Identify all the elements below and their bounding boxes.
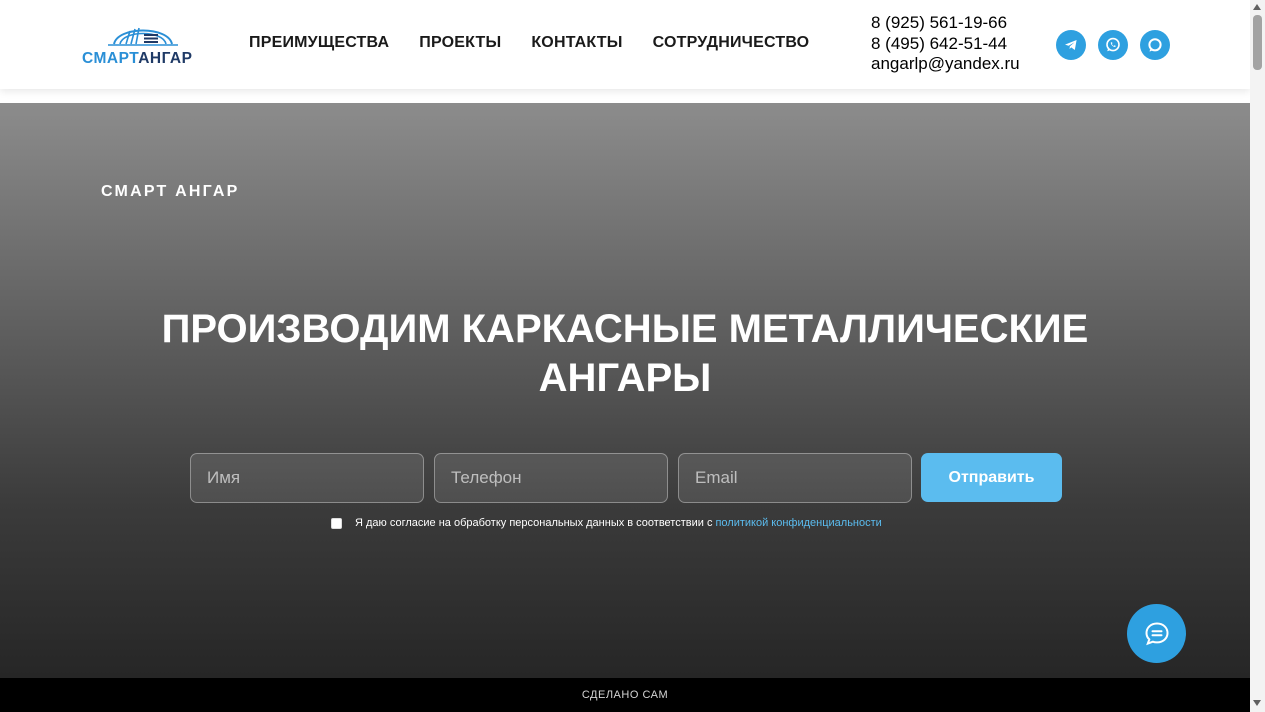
footer-text: СДЕЛАНО САМ	[581, 689, 669, 701]
main-nav: ПРЕИМУЩЕСТВА ПРОЕКТЫ КОНТАКТЫ СОТРУДНИЧЕ…	[249, 34, 809, 52]
whatsapp-button[interactable]	[1098, 30, 1128, 60]
telegram-icon	[1065, 40, 1077, 50]
nav-link-advantages[interactable]: ПРЕИМУЩЕСТВА	[249, 34, 389, 52]
consent-checkbox[interactable]	[331, 517, 342, 529]
max-messenger-button[interactable]	[1140, 30, 1170, 60]
max-messenger-icon	[1148, 38, 1162, 52]
whatsapp-icon	[1106, 37, 1120, 52]
site-footer: СДЕЛАНО САМ	[0, 678, 1250, 712]
email-address[interactable]: angarlp@yandex.ru	[871, 54, 1020, 75]
nav-link-cooperation[interactable]: СОТРУДНИЧЕСТВО	[653, 34, 810, 52]
nav-link-projects[interactable]: ПРОЕКТЫ	[419, 34, 501, 52]
phone-input[interactable]	[434, 453, 668, 503]
logo-text-part1: СМАРТ	[82, 50, 139, 67]
consent-text: Я даю согласие на обработку персональных…	[355, 517, 713, 529]
scroll-thumb[interactable]	[1253, 15, 1262, 70]
hero-title: ПРОИЗВОДИМ КАРКАСНЫЕ МЕТАЛЛИЧЕСКИЕ АНГАР…	[161, 307, 1089, 400]
callback-form: Отправить	[190, 453, 1062, 503]
hero-section: СМАРТ АНГАР ПРОИЗВОДИМ КАРКАСНЫЕ МЕТАЛЛИ…	[0, 103, 1250, 678]
phone-number-2[interactable]: 8 (495) 642-51-44	[871, 34, 1020, 55]
scroll-down-arrow-icon[interactable]	[1253, 700, 1261, 706]
hangar-logo-icon	[108, 27, 178, 46]
chat-icon	[1144, 621, 1169, 645]
logo-text-part2: АНГАР	[138, 50, 193, 67]
phone-number-1[interactable]: 8 (925) 561-19-66	[871, 13, 1020, 34]
telegram-button[interactable]	[1056, 30, 1086, 60]
social-links	[1056, 30, 1170, 60]
contact-block: 8 (925) 561-19-66 8 (495) 642-51-44 anga…	[871, 13, 1020, 75]
consent-row: Я даю согласие на обработку персональных…	[331, 517, 882, 529]
page-scrollbar[interactable]	[1250, 0, 1265, 712]
email-input[interactable]	[678, 453, 912, 503]
chat-widget-button[interactable]	[1127, 604, 1186, 663]
submit-button[interactable]: Отправить	[921, 453, 1062, 502]
logo-text: СМАРТАНГАР	[82, 50, 192, 68]
brand-label: СМАРТ АНГАР	[101, 183, 240, 200]
privacy-policy-link[interactable]: политикой конфиденциальности	[715, 517, 881, 529]
scroll-up-arrow-icon[interactable]	[1253, 4, 1261, 10]
site-header: СМАРТАНГАР ПРЕИМУЩЕСТВА ПРОЕКТЫ КОНТАКТЫ…	[0, 0, 1250, 89]
name-input[interactable]	[190, 453, 424, 503]
nav-link-contacts[interactable]: КОНТАКТЫ	[531, 34, 622, 52]
logo[interactable]: СМАРТАНГАР	[82, 22, 202, 68]
